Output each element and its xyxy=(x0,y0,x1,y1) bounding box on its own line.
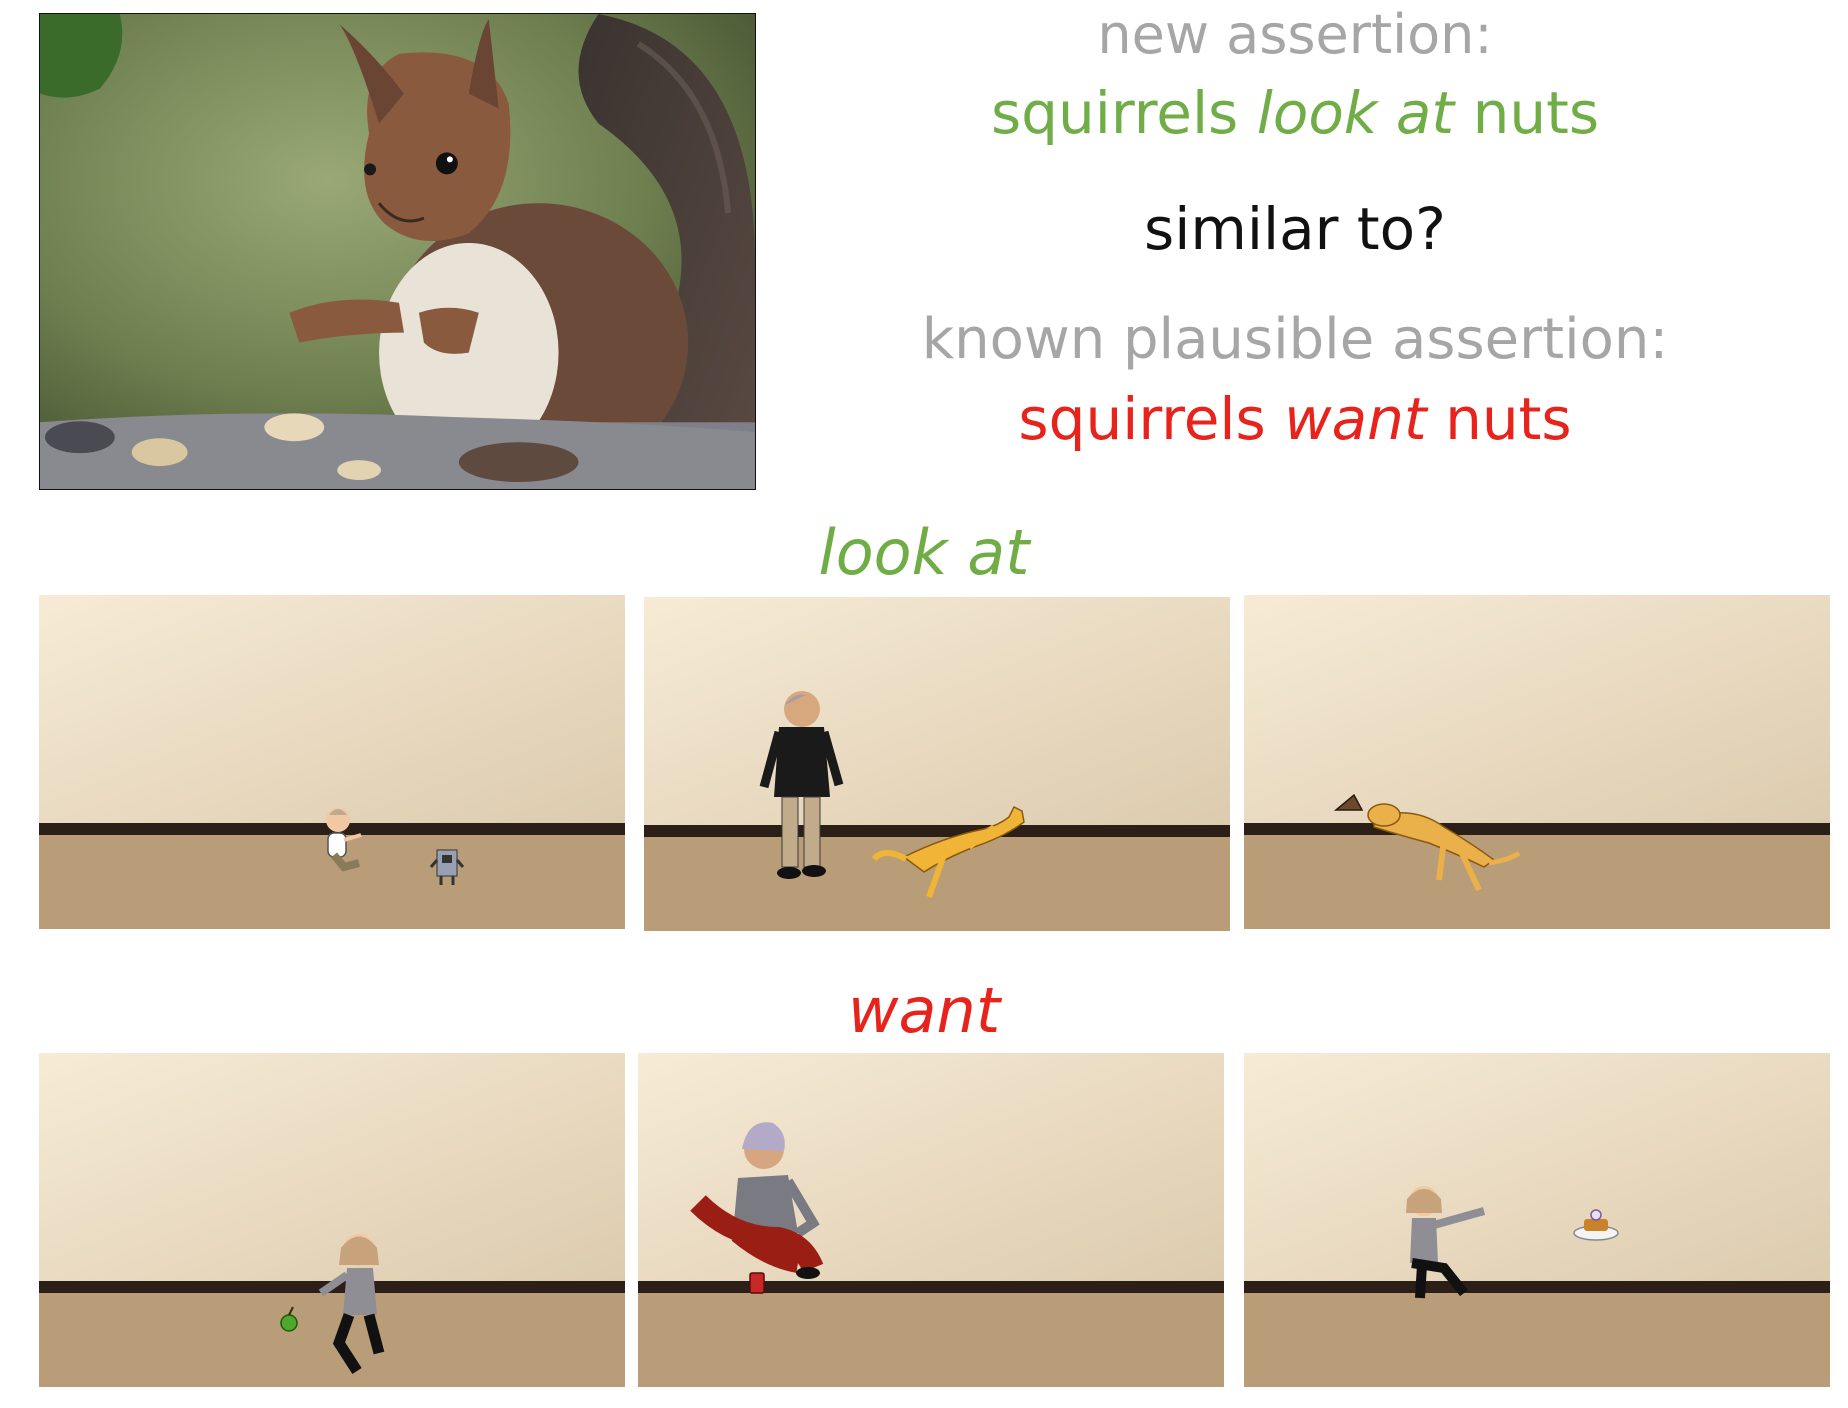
similarity-question: similar to? xyxy=(1144,195,1446,263)
new-assertion-subject: squirrels xyxy=(990,79,1239,147)
known-assertion-object: nuts xyxy=(1445,385,1572,453)
known-assertion-subject: squirrels xyxy=(1018,385,1266,453)
new-assertion-object: nuts xyxy=(1472,79,1600,147)
can-object xyxy=(749,1272,765,1294)
section-heading-look-at: look at xyxy=(818,516,1030,589)
want-scene-1 xyxy=(39,1053,625,1387)
known-assertion-relation: want xyxy=(1284,385,1427,453)
squirrel-photo xyxy=(39,13,756,490)
new-assertion-relation: look at xyxy=(1256,79,1455,147)
look-at-scene-2 xyxy=(644,597,1230,931)
new-assertion-statement: squirrels look at nuts xyxy=(880,84,1710,142)
known-assertion-statement: squirrels want nuts xyxy=(880,390,1710,448)
section-heading-want: want xyxy=(847,974,1001,1047)
known-assertion-label: known plausible assertion: xyxy=(921,307,1669,372)
want-scene-3 xyxy=(1244,1053,1830,1387)
want-scene-2 xyxy=(638,1053,1224,1387)
look-at-scene-3 xyxy=(1244,595,1830,929)
new-assertion-label: new assertion: xyxy=(1097,3,1493,66)
look-at-scene-1 xyxy=(39,595,625,929)
